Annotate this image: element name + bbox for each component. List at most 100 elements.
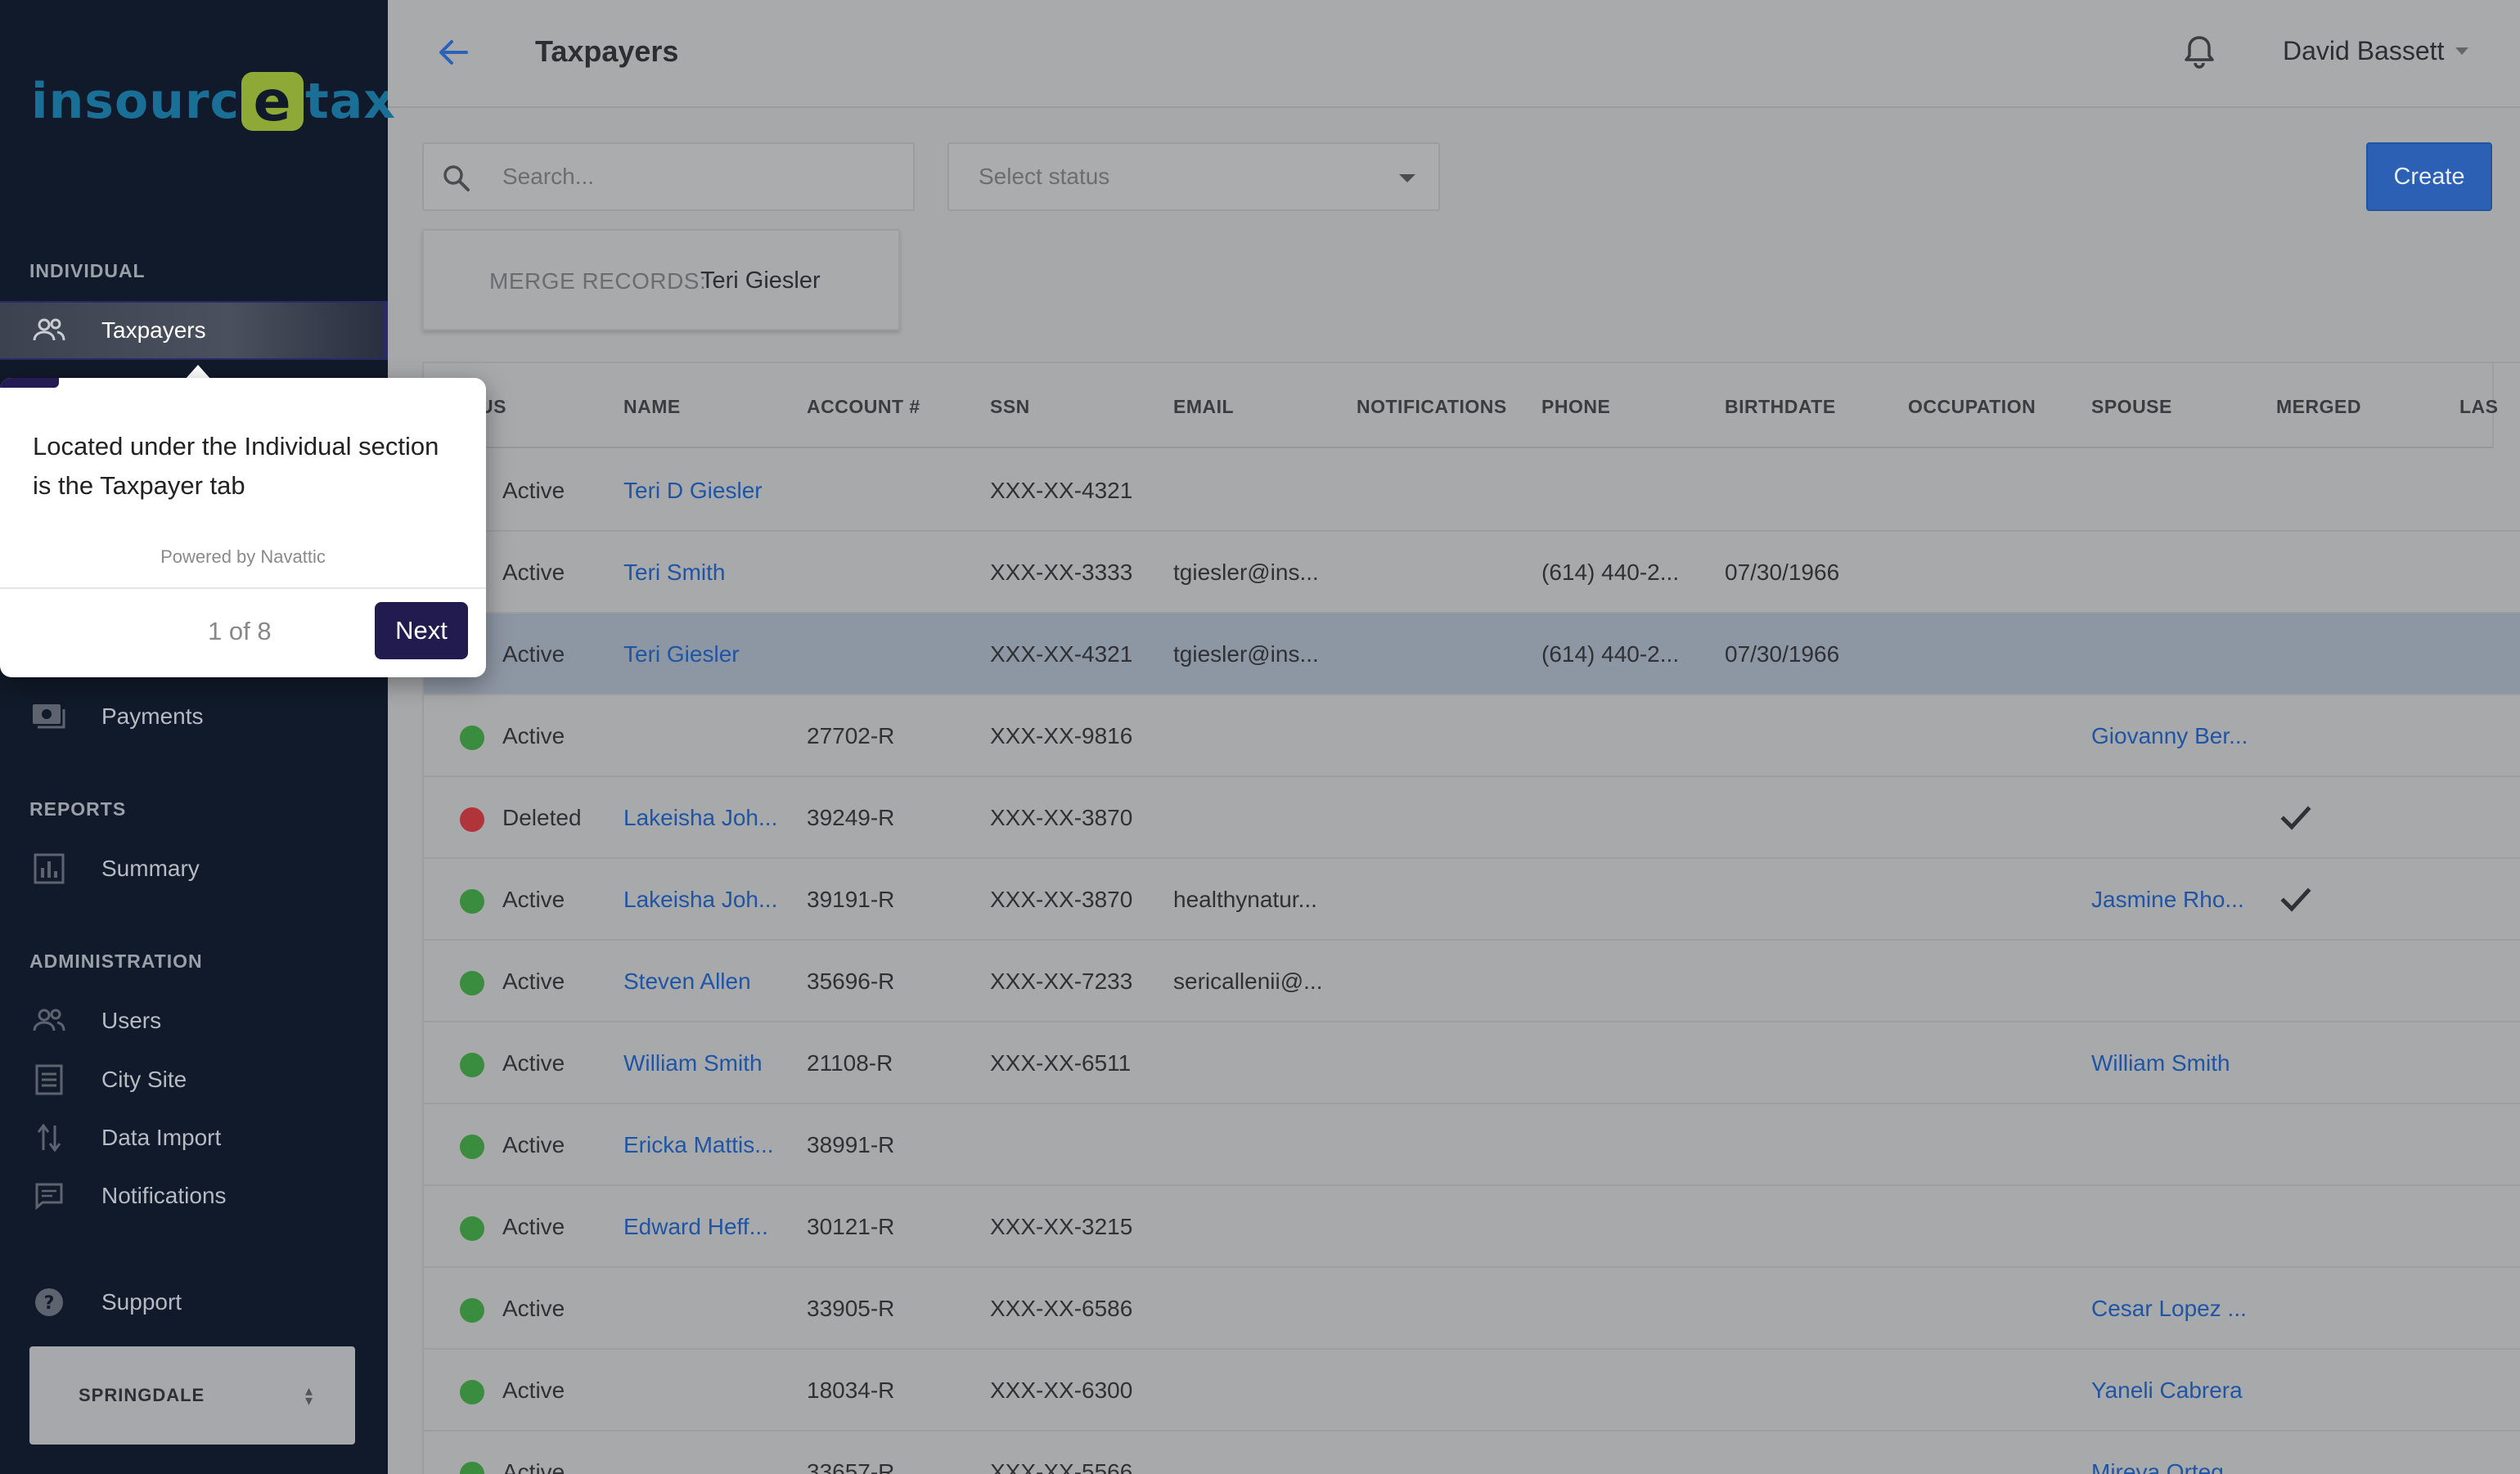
- account-cell: 33657-R: [807, 1459, 895, 1474]
- search-input[interactable]: [502, 144, 895, 209]
- name-cell[interactable]: William Smith: [623, 1050, 763, 1076]
- column-header-last[interactable]: LAS: [2459, 396, 2499, 418]
- table-row[interactable]: Active William Smith 21108-R XXX-XX-6511 Wil…: [424, 1022, 2520, 1104]
- column-header-spouse[interactable]: SPOUSE: [2091, 396, 2172, 418]
- table-row[interactable]: Active Teri Smith XXX-XX-3333 tgiesler@ins.…: [424, 532, 2520, 613]
- logo-prefix: insourc: [31, 73, 241, 130]
- people-icon: [31, 312, 67, 348]
- status-dot: [460, 889, 484, 914]
- table-row[interactable]: Active Teri D Giesler XXX-XX-4321: [424, 450, 2520, 532]
- column-header-email[interactable]: EMAIL: [1173, 396, 1234, 418]
- bell-icon[interactable]: [2180, 33, 2219, 72]
- table-header: US NAME ACCOUNT # SSN EMAIL NOTIFICATION…: [424, 363, 2498, 448]
- account-cell: 33905-R: [807, 1296, 895, 1321]
- users-icon: [31, 1003, 67, 1039]
- table-row[interactable]: Active 33657-R XXX-XX-5566 Mireya Orteg...: [424, 1431, 2520, 1474]
- column-header-phone[interactable]: PHONE: [1541, 396, 1610, 418]
- status-cell: Active: [502, 641, 565, 667]
- sidebar-item-label: Payments: [101, 703, 204, 729]
- birthdate-cell: 07/30/1966: [1725, 559, 1840, 585]
- site-selector-label: SPRINGDALE: [79, 1385, 205, 1405]
- table-row[interactable]: Deleted Lakeisha Joh... 39249-R XXX-XX-3870: [424, 777, 2520, 859]
- column-header-notifications[interactable]: NOTIFICATIONS: [1357, 396, 1507, 418]
- sidebar-item-city-site[interactable]: City Site: [0, 1050, 388, 1109]
- sidebar-item-label: Support: [101, 1289, 182, 1314]
- spouse-cell[interactable]: Giovanny Ber...: [2091, 723, 2248, 749]
- ssn-cell: XXX-XX-3870: [990, 805, 1133, 830]
- ssn-cell: XXX-XX-6511: [990, 1050, 1132, 1076]
- site-selector[interactable]: SPRINGDALE ▴ ▾: [29, 1346, 355, 1445]
- status-cell: Active: [502, 478, 565, 503]
- spouse-cell[interactable]: Jasmine Rho...: [2091, 887, 2244, 913]
- sidebar-item-users[interactable]: Users: [0, 991, 388, 1050]
- column-header-name[interactable]: NAME: [623, 396, 681, 418]
- name-cell[interactable]: Teri Giesler: [623, 641, 740, 667]
- email-cell: healthynatur...: [1173, 887, 1317, 912]
- table-row[interactable]: Active Teri Giesler XXX-XX-4321 tgiesler@in…: [424, 613, 2520, 695]
- import-arrows-icon: [31, 1120, 67, 1156]
- next-button[interactable]: Next: [375, 602, 468, 659]
- name-cell[interactable]: Teri Smith: [623, 559, 725, 586]
- search-box[interactable]: [422, 142, 915, 211]
- table-row[interactable]: Active Lakeisha Joh... 39191-R XXX-XX-3870 h…: [424, 859, 2520, 941]
- table-row[interactable]: Active Ericka Mattis... 38991-R: [424, 1104, 2520, 1186]
- name-cell[interactable]: Lakeisha Joh...: [623, 805, 777, 831]
- column-header-birthdate[interactable]: BIRTHDATE: [1725, 396, 1836, 418]
- sidebar-item-taxpayers[interactable]: Taxpayers: [0, 301, 388, 360]
- column-header-account[interactable]: ACCOUNT #: [807, 396, 920, 418]
- spouse-cell[interactable]: Cesar Lopez ...: [2091, 1296, 2247, 1322]
- section-label-reports: REPORTS: [29, 798, 127, 820]
- sidebar-item-summary[interactable]: Summary: [0, 839, 388, 898]
- column-header-merged[interactable]: MERGED: [2276, 396, 2361, 418]
- create-button[interactable]: Create: [2366, 142, 2492, 211]
- status-dot: [460, 1380, 484, 1404]
- status-dot: [460, 1298, 484, 1323]
- status-select[interactable]: Select status: [947, 142, 1440, 211]
- spouse-cell[interactable]: Mireya Orteg...: [2091, 1459, 2243, 1474]
- spouse-cell[interactable]: William Smith: [2091, 1050, 2230, 1076]
- account-cell: 35696-R: [807, 968, 895, 994]
- email-cell: sericallenii@...: [1173, 968, 1323, 994]
- name-cell[interactable]: Lakeisha Joh...: [623, 887, 777, 913]
- status-cell: Active: [502, 1296, 565, 1321]
- building-icon: [31, 1062, 67, 1098]
- table-row[interactable]: Active 27702-R XXX-XX-9816 Giovanny Ber...: [424, 695, 2520, 777]
- user-name: David Bassett: [2283, 36, 2445, 65]
- sidebar-item-notifications[interactable]: Notifications: [0, 1166, 388, 1225]
- powered-by-label[interactable]: Powered by Navattic: [0, 546, 486, 568]
- status-dot: [460, 1135, 484, 1159]
- table-row[interactable]: Active 33905-R XXX-XX-6586 Cesar Lopez ...: [424, 1268, 2520, 1350]
- email-cell: tgiesler@ins...: [1173, 559, 1319, 585]
- table-row[interactable]: Active Steven Allen 35696-R XXX-XX-7233 seri…: [424, 941, 2520, 1022]
- name-cell[interactable]: Edward Heff...: [623, 1214, 768, 1240]
- ssn-cell: XXX-XX-6586: [990, 1296, 1133, 1321]
- name-cell[interactable]: Steven Allen: [623, 968, 751, 995]
- sidebar-item-label: Summary: [101, 856, 200, 881]
- message-icon: [31, 1178, 67, 1214]
- ssn-cell: XXX-XX-3870: [990, 887, 1133, 912]
- walkthrough-tooltip: Located under the Individual section is …: [0, 378, 486, 677]
- user-menu[interactable]: David Bassett: [2283, 36, 2469, 66]
- status-cell: Deleted: [502, 805, 582, 830]
- name-cell[interactable]: Ericka Mattis...: [623, 1132, 774, 1158]
- account-cell: 18034-R: [807, 1377, 895, 1403]
- column-header-ssn[interactable]: SSN: [990, 396, 1030, 418]
- spouse-cell[interactable]: Yaneli Cabrera: [2091, 1377, 2243, 1404]
- status-dot: [460, 807, 484, 832]
- name-cell[interactable]: Teri D Giesler: [623, 478, 763, 504]
- merge-records-value: Teri Giesler: [700, 267, 821, 294]
- status-cell: Active: [502, 968, 565, 994]
- table-row[interactable]: Active 18034-R XXX-XX-6300 Yaneli Cabrera: [424, 1350, 2520, 1431]
- ssn-cell: XXX-XX-5566: [990, 1459, 1133, 1474]
- table-row[interactable]: Active Edward Heff... 30121-R XXX-XX-3215: [424, 1186, 2520, 1268]
- back-arrow-icon[interactable]: [434, 33, 473, 72]
- sidebar-item-data-import[interactable]: Data Import: [0, 1108, 388, 1167]
- sidebar-item-support[interactable]: ? Support: [0, 1273, 388, 1332]
- column-header-occupation[interactable]: OCCUPATION: [1908, 396, 2036, 418]
- sidebar-item-payments[interactable]: Payments: [0, 687, 388, 746]
- top-bar: Taxpayers David Bassett: [388, 0, 2520, 108]
- account-cell: 27702-R: [807, 723, 895, 748]
- insourcetax-logo[interactable]: insourc e tax: [31, 69, 396, 134]
- status-dot: [460, 1053, 484, 1077]
- ssn-cell: XXX-XX-6300: [990, 1377, 1133, 1403]
